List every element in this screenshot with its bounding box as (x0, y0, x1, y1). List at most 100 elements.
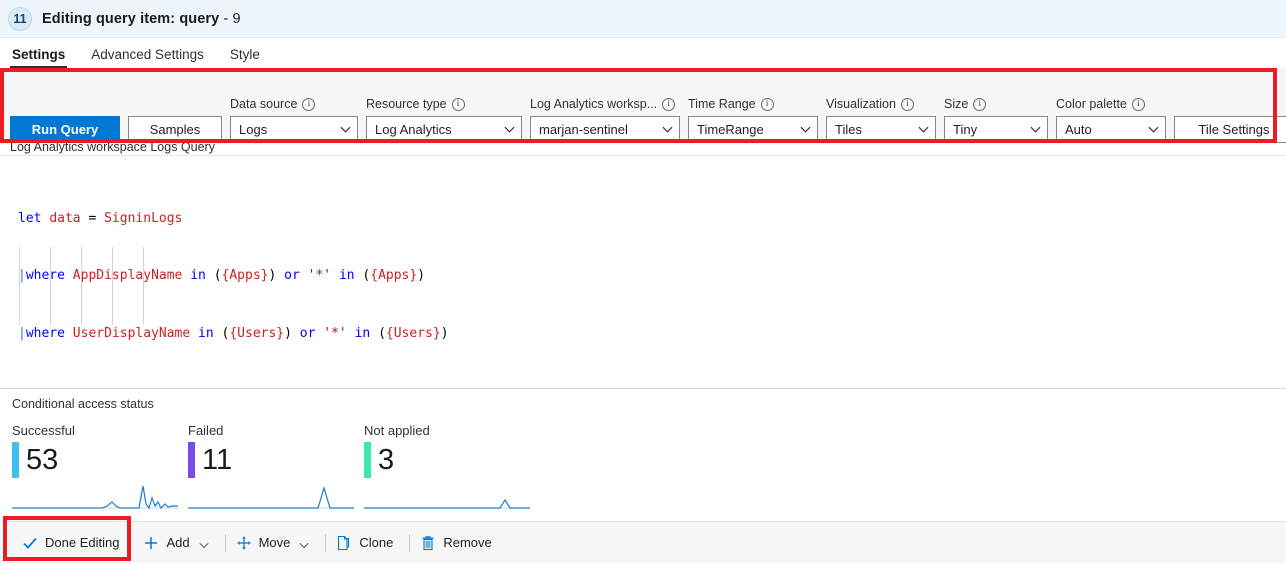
tile-successful[interactable]: Successful 53 (12, 423, 188, 512)
page-title: Editing query item: query - 9 (42, 11, 241, 27)
chevron-down-icon (299, 538, 309, 548)
size-label: Size (944, 97, 969, 111)
tab-advanced-settings[interactable]: Advanced Settings (89, 47, 206, 68)
info-icon[interactable]: i (302, 97, 316, 111)
color-palette-field: Color palette i Auto (1056, 96, 1166, 143)
info-icon[interactable]: i (451, 97, 465, 111)
info-icon[interactable]: i (1131, 97, 1145, 111)
chevron-down-icon (340, 124, 351, 135)
info-icon[interactable]: i (900, 97, 914, 111)
size-label-row: Size i (944, 96, 1048, 112)
editor-header: 11 Editing query item: query - 9 (0, 0, 1286, 38)
chevron-down-icon (800, 124, 811, 135)
query-results-pane: Conditional access status Successful 53 … (0, 388, 1286, 519)
toolbar-divider (325, 533, 327, 552)
tile-color-bar (364, 442, 371, 478)
workspace-value: marjan-sentinel (539, 122, 628, 137)
add-label: Add (166, 535, 190, 550)
tab-settings[interactable]: Settings (10, 47, 68, 68)
remove-button[interactable]: Remove (414, 530, 503, 556)
settings-tabstrip: Settings Advanced Settings Style (0, 38, 1286, 68)
tile-label: Successful (12, 423, 75, 438)
indent-guide (81, 247, 82, 325)
code-line: |where UserDisplayName in ({Users}) or '… (18, 326, 449, 342)
query-editor-content[interactable]: let data = SigninLogs |where AppDisplayN… (0, 170, 1286, 388)
indent-guide (143, 247, 144, 325)
samples-spacer (128, 96, 222, 112)
time-range-label-row: Time Range i (688, 96, 818, 112)
size-select[interactable]: Tiny (944, 116, 1048, 143)
info-icon[interactable]: i (973, 97, 987, 111)
sparkline-chart (12, 482, 178, 512)
chevron-down-icon (662, 124, 673, 135)
copy-icon (336, 535, 352, 551)
clone-button[interactable]: Clone (330, 530, 405, 556)
tab-style[interactable]: Style (228, 47, 262, 68)
done-editing-button[interactable]: Done Editing (10, 530, 137, 556)
tile-settings-spacer (1174, 96, 1286, 112)
time-range-value: TimeRange (697, 122, 764, 137)
data-source-label-row: Data source i (230, 96, 358, 112)
move-icon (236, 535, 252, 551)
tile-value: 53 (26, 444, 59, 476)
color-palette-label-row: Color palette i (1056, 96, 1166, 112)
tile-value: 11 (202, 444, 233, 476)
indent-guide (19, 247, 20, 325)
resource-type-select[interactable]: Log Analytics (366, 116, 522, 143)
page-title-text: Editing query item: query (42, 10, 220, 27)
tile-color-bar (188, 442, 195, 478)
tile-settings-field: Tile Settings (1174, 96, 1286, 143)
clone-label: Clone (359, 535, 394, 550)
tiles-container: Successful 53 Failed 11 Not applied 3 (12, 423, 1286, 512)
size-value: Tiny (953, 122, 978, 137)
info-icon[interactable]: i (662, 97, 676, 111)
chevron-down-icon (1030, 124, 1041, 135)
samples-button[interactable]: Samples (128, 116, 222, 143)
toolbar-divider (224, 533, 226, 552)
item-index-badge: 11 (8, 6, 32, 31)
data-source-field: Data source i Logs (230, 96, 358, 143)
color-palette-select[interactable]: Auto (1056, 116, 1166, 143)
check-icon (22, 535, 38, 551)
data-source-select[interactable]: Logs (230, 116, 358, 143)
query-settings-toolbar: Run Query Samples Data source i Logs Res… (0, 68, 1286, 143)
tile-settings-button[interactable]: Tile Settings (1174, 116, 1286, 143)
trash-icon (420, 535, 436, 551)
visualization-select[interactable]: Tiles (826, 116, 936, 143)
results-title: Conditional access status (12, 397, 154, 411)
toolbar-divider (409, 533, 411, 552)
workspace-select[interactable]: marjan-sentinel (530, 116, 680, 143)
query-caption: Log Analytics workspace Logs Query (10, 140, 215, 154)
tile-not-applied[interactable]: Not applied 3 (364, 423, 540, 512)
time-range-select[interactable]: TimeRange (688, 116, 818, 143)
add-button[interactable]: Add (137, 530, 220, 556)
chevron-down-icon (199, 538, 209, 548)
tile-color-bar (12, 442, 19, 478)
tile-label: Failed (188, 423, 224, 438)
time-range-label: Time Range (688, 97, 756, 111)
visualization-value: Tiles (835, 122, 862, 137)
code-line: |where AppDisplayName in ({Apps}) or '*'… (18, 268, 426, 284)
workspace-label-row: Log Analytics worksp... i (530, 96, 680, 112)
run-query-button[interactable]: Run Query (10, 116, 120, 143)
tile-label: Not applied (364, 423, 430, 438)
resource-type-label-row: Resource type i (366, 96, 522, 112)
sparkline-chart (364, 482, 530, 512)
indent-guide (50, 247, 51, 325)
color-palette-value: Auto (1065, 122, 1092, 137)
samples-field: Samples (128, 96, 222, 143)
tile-value-row: 11 (188, 442, 364, 478)
resource-type-label: Resource type (366, 97, 447, 111)
workspace-label: Log Analytics worksp... (530, 97, 658, 111)
code-line: let data = SigninLogs (18, 210, 183, 226)
move-label: Move (258, 535, 291, 550)
data-source-label: Data source (230, 97, 298, 111)
info-icon[interactable]: i (760, 97, 774, 111)
done-editing-label: Done Editing (45, 535, 120, 550)
tile-value-row: 53 (12, 442, 188, 478)
query-editor[interactable]: let data = SigninLogs |where AppDisplayN… (0, 155, 1286, 388)
move-button[interactable]: Move (230, 530, 322, 556)
visualization-label-row: Visualization i (826, 96, 936, 112)
tile-failed[interactable]: Failed 11 (188, 423, 364, 512)
resource-type-field: Resource type i Log Analytics (366, 96, 522, 143)
